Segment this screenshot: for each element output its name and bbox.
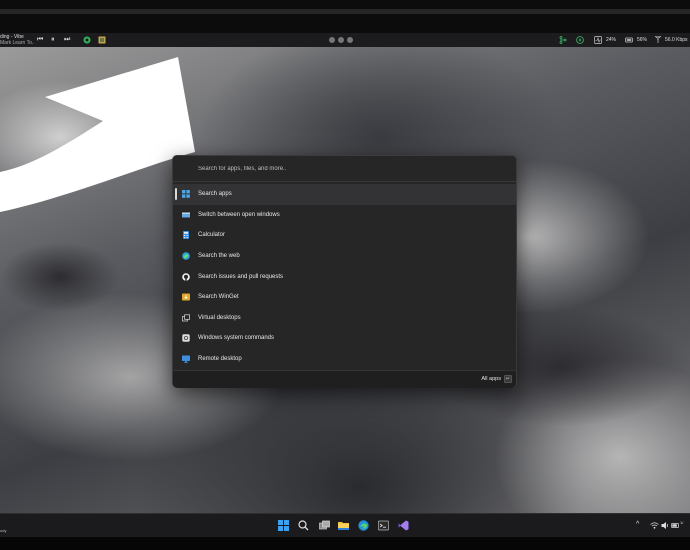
spotify-icon[interactable]: [82, 36, 91, 44]
pause-button[interactable]: ⏸: [51, 36, 55, 44]
search-icon[interactable]: [297, 519, 309, 531]
all-apps-button[interactable]: All apps: [481, 376, 501, 382]
list-item-search-web[interactable]: Search the web: [173, 246, 516, 267]
now-playing-subtitle: Mark Learn To...: [0, 40, 34, 46]
screen: ding - Vibe Mark Learn To... ⏮ ⏸ ⏭ 24% 5…: [0, 0, 690, 550]
album-art-icon: [97, 36, 106, 44]
network-icon: [653, 36, 662, 44]
command-palette: Search apps Switch between open windows …: [172, 155, 517, 388]
winget-icon: [182, 293, 190, 301]
list-item-label: Switch between open windows: [198, 211, 280, 218]
show-hidden-icons-chevron[interactable]: ^: [636, 521, 639, 529]
window-switch-icon: [182, 211, 190, 219]
terminal-icon[interactable]: [377, 519, 389, 531]
virtual-desktop-icon: [182, 314, 190, 322]
results-list: Search apps Switch between open windows …: [173, 184, 516, 369]
web-search-icon: [182, 252, 190, 260]
list-item-search-apps[interactable]: Search apps: [173, 184, 516, 205]
now-playing[interactable]: ding - Vibe Mark Learn To...: [0, 34, 34, 46]
list-item-switch-windows[interactable]: Switch between open windows: [173, 205, 516, 226]
list-item-label: Search WinGet: [198, 294, 239, 301]
file-explorer-icon[interactable]: [337, 519, 349, 531]
enter-key-icon: ↵: [504, 375, 512, 383]
task-view-icon[interactable]: [318, 519, 330, 531]
remote-desktop-icon: [182, 355, 190, 363]
taskbar-widget-text[interactable]: ody: [0, 528, 6, 533]
previous-track-button[interactable]: ⏮: [37, 36, 43, 44]
list-item-label: Search issues and pull requests: [198, 273, 284, 280]
play-circle-icon[interactable]: [575, 36, 584, 44]
list-item-calculator[interactable]: Calculator: [173, 225, 516, 246]
git-branch-icon: [558, 36, 567, 44]
list-item-label: Search apps: [198, 191, 232, 198]
search-input[interactable]: [173, 156, 516, 182]
list-item-remote-desktop[interactable]: Remote desktop: [173, 349, 516, 370]
memory-icon: [624, 36, 633, 44]
list-item-search-issues[interactable]: Search issues and pull requests: [173, 266, 516, 287]
cpu-activity-icon: [593, 36, 602, 44]
list-item-system-commands[interactable]: Windows system commands: [173, 328, 516, 349]
pointing-arrow: [0, 57, 195, 212]
list-item-label: Windows system commands: [198, 335, 275, 342]
windows-start-icon[interactable]: [277, 519, 289, 531]
calculator-icon: [182, 231, 190, 240]
list-item-label: Remote desktop: [198, 356, 242, 363]
edge-browser-icon[interactable]: [357, 519, 369, 531]
list-item-virtual-desktops[interactable]: Virtual desktops: [173, 308, 516, 329]
list-item-label: Calculator: [198, 232, 226, 239]
visual-studio-icon[interactable]: [397, 519, 409, 531]
workspace-indicator[interactable]: [329, 37, 353, 43]
bottom-bezel: [0, 537, 690, 550]
list-item-label: Virtual desktops: [198, 314, 241, 321]
top-bezel: [0, 0, 690, 33]
top-status-bar: ding - Vibe Mark Learn To... ⏮ ⏸ ⏭ 24% 5…: [0, 33, 690, 47]
memory-usage: 56%: [637, 37, 648, 43]
list-item-label: Search the web: [198, 253, 240, 260]
apps-icon: [182, 190, 190, 199]
clock-date[interactable]: 1/: [680, 520, 690, 525]
list-item-search-winget[interactable]: Search WinGet: [173, 287, 516, 308]
cpu-usage: 24%: [606, 37, 617, 43]
launcher-footer: All apps ↵: [173, 370, 516, 388]
network-speed: 56.0 Kbps: [665, 37, 688, 43]
next-track-button[interactable]: ⏭: [64, 36, 70, 44]
system-commands-icon: [182, 334, 190, 343]
taskbar: ody ^ 1/: [0, 513, 690, 537]
github-icon: [182, 272, 190, 281]
